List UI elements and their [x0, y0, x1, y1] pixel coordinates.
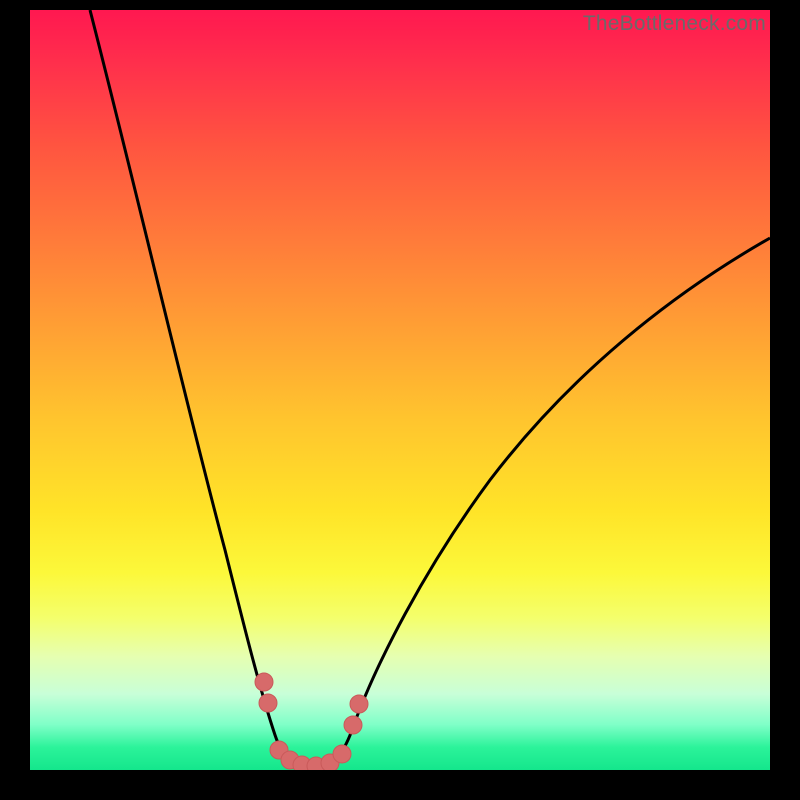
curve-left-branch	[90, 10, 315, 768]
curve-right-branch	[315, 238, 770, 768]
bottleneck-curve-chart	[30, 10, 770, 770]
